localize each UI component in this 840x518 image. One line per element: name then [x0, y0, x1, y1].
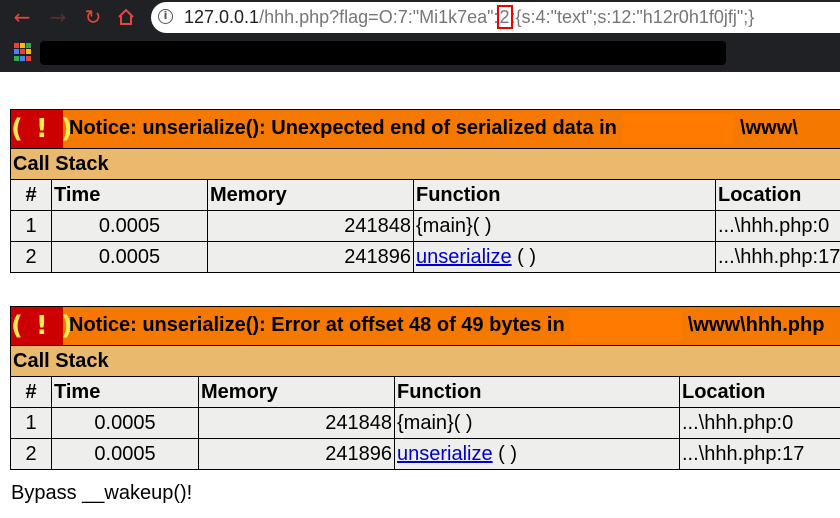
table-row: 2 0.0005 241896 unserialize ( ) ...\hhh.…	[10, 241, 840, 273]
call-stack-heading: Call Stack	[10, 345, 840, 377]
col-function: Function	[394, 376, 680, 408]
redacted-bookmarks	[40, 41, 726, 65]
redacted-path	[622, 114, 735, 144]
unserialize-link[interactable]: unserialize	[416, 246, 512, 268]
row-location: ...\hhh.php:17	[714, 241, 840, 273]
notice-path: \www\	[740, 117, 798, 140]
row-num: 2	[10, 438, 52, 470]
row-function: {main}( )	[413, 210, 716, 242]
redacted-path	[570, 311, 683, 341]
xdebug-notice-table-1: ( ! )Notice: unserialize(): Unexpected e…	[9, 109, 840, 273]
row-function: {main}( )	[394, 407, 680, 439]
row-time: 0.0005	[51, 241, 208, 273]
notice-message: Notice: unserialize(): Error at offset 4…	[69, 314, 565, 337]
row-function: unserialize ( )	[394, 438, 680, 470]
col-time: Time	[51, 179, 208, 211]
row-num: 1	[10, 210, 52, 242]
table-row: 2 0.0005 241896 unserialize ( ) ...\hhh.…	[10, 438, 840, 470]
row-time: 0.0005	[51, 407, 199, 439]
col-function: Function	[413, 179, 716, 211]
warning-icon: ( ! )	[11, 110, 73, 148]
col-time: Time	[51, 376, 199, 408]
url-text[interactable]: 127.0.0.1/hhh.php?flag=O:7:"Mi1k7ea":2:{…	[184, 5, 755, 29]
col-num: #	[10, 376, 52, 408]
row-num: 2	[10, 241, 52, 273]
col-memory: Memory	[198, 376, 395, 408]
func-parens: ( )	[492, 442, 518, 465]
address-bar[interactable]: i 127.0.0.1/hhh.php?flag=O:7:"Mi1k7ea":2…	[151, 2, 840, 33]
forward-arrow-icon[interactable]: →	[46, 4, 70, 30]
call-stack-heading: Call Stack	[9, 148, 840, 180]
col-location: Location	[714, 179, 840, 211]
apps-grid-icon[interactable]	[14, 43, 32, 61]
xdebug-notice-table-2: ( ! )Notice: unserialize(): Error at off…	[10, 306, 840, 470]
row-time: 0.0005	[51, 438, 199, 470]
browser-toolbar: ← → ↻ i 127.0.0.1/hhh.php?flag=O:7:"Mi1k…	[0, 0, 840, 35]
col-memory: Memory	[207, 179, 414, 211]
url-path: /hhh.php?flag=O:7:"Mi1k7ea":	[259, 7, 499, 27]
table-row: 1 0.0005 241848 {main}( ) ...\hhh.php:0	[10, 210, 840, 242]
info-icon[interactable]: i	[158, 9, 173, 24]
row-num: 1	[10, 407, 52, 439]
notice-header: ( ! )Notice: unserialize(): Error at off…	[10, 306, 840, 346]
page-output-text: Bypass __wakeup()!	[11, 482, 193, 504]
url-tail: :{s:4:"text";s:12:"h12r0h1f0jfj";}	[510, 7, 755, 27]
url-host: 127.0.0.1	[184, 7, 260, 27]
row-memory: 241896	[198, 438, 395, 470]
row-memory: 241896	[207, 241, 414, 273]
row-location: ...\hhh.php:0	[714, 210, 840, 242]
unserialize-link[interactable]: unserialize	[397, 443, 493, 465]
bookmarks-bar	[0, 35, 840, 72]
url-highlight: 2	[496, 5, 513, 29]
row-location: ...\hhh.php:17	[679, 438, 840, 470]
row-memory: 241848	[207, 210, 414, 242]
func-parens: ( )	[511, 245, 537, 268]
reload-icon[interactable]: ↻	[81, 4, 105, 30]
col-location: Location	[679, 376, 840, 408]
table-row: 1 0.0005 241848 {main}( ) ...\hhh.php:0	[10, 407, 840, 439]
notice-message: Notice: unserialize(): Unexpected end of…	[69, 117, 617, 140]
home-icon[interactable]	[114, 4, 138, 30]
row-time: 0.0005	[51, 210, 208, 242]
row-memory: 241848	[198, 407, 395, 439]
warning-icon: ( ! )	[11, 307, 73, 345]
row-location: ...\hhh.php:0	[679, 407, 840, 439]
row-function: unserialize ( )	[413, 241, 716, 273]
col-num: #	[10, 179, 52, 211]
notice-header: ( ! )Notice: unserialize(): Unexpected e…	[9, 109, 840, 149]
back-arrow-icon[interactable]: ←	[10, 4, 34, 30]
notice-path: \www\hhh.php	[687, 314, 825, 337]
